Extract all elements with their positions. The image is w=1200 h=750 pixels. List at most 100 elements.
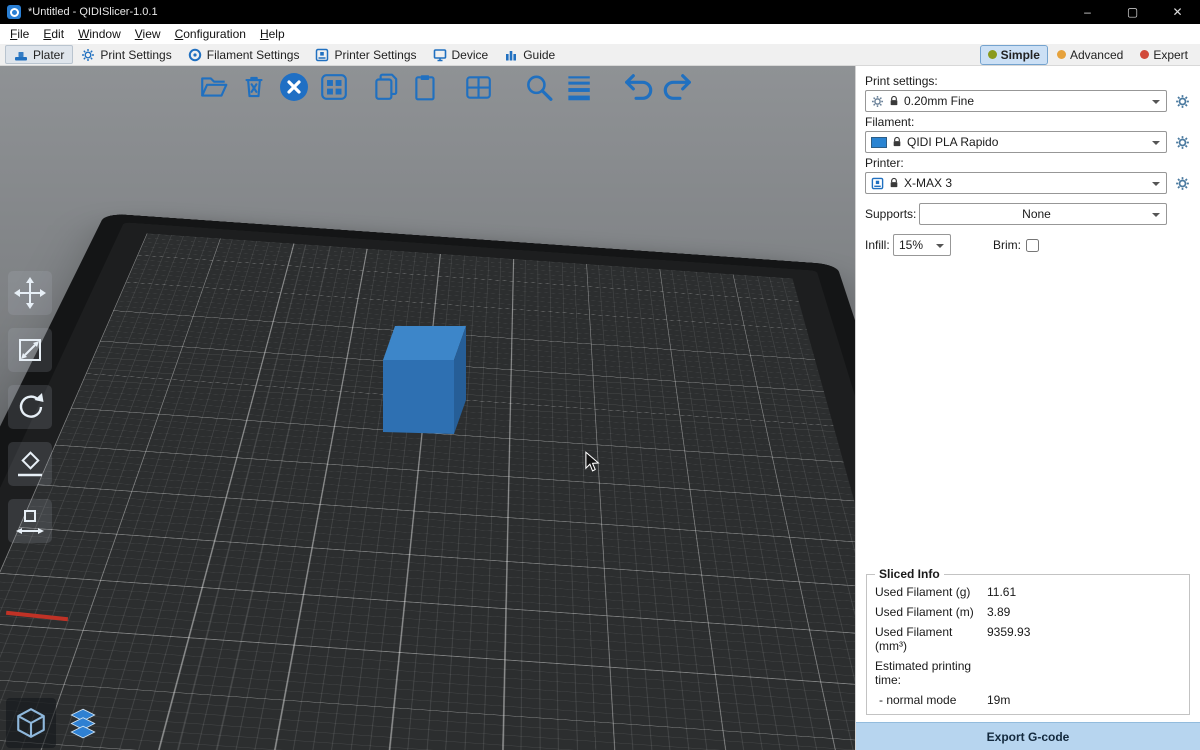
menu-view[interactable]: View	[128, 26, 168, 42]
print-settings-value: 0.20mm Fine	[904, 94, 974, 108]
move-button[interactable]	[8, 271, 52, 315]
simple-mode-dot-icon	[988, 50, 997, 59]
arrange-icon	[319, 72, 349, 102]
search-icon	[523, 72, 553, 102]
tab-print-settings[interactable]: Print Settings	[73, 45, 179, 64]
device-icon	[433, 48, 447, 62]
undo-button[interactable]	[622, 71, 654, 103]
print-settings-label: Print settings:	[865, 74, 1191, 88]
place-on-face-button[interactable]	[8, 442, 52, 486]
titlebar: *Untitled - QIDISlicer-1.0.1 – ▢ ✕	[0, 0, 1200, 24]
print-settings-gear-button[interactable]	[1173, 90, 1191, 112]
tabbar: Plater Print Settings Filament Settings …	[0, 44, 1200, 66]
mode-simple[interactable]: Simple	[981, 46, 1047, 64]
split-icon	[463, 72, 493, 102]
chevron-down-icon	[1152, 141, 1160, 149]
gear-icon	[1175, 94, 1190, 109]
split-button[interactable]	[462, 71, 494, 103]
filament-gear-button[interactable]	[1173, 131, 1191, 153]
rotate-icon	[14, 391, 46, 423]
infill-combo[interactable]: 15%	[893, 234, 951, 256]
tab-printer-settings[interactable]: Printer Settings	[307, 45, 424, 64]
open-button[interactable]	[198, 71, 230, 103]
delete-button[interactable]	[238, 71, 270, 103]
viewport-3d[interactable]	[0, 66, 855, 750]
chevron-down-icon	[936, 244, 944, 252]
view-toolbar	[6, 698, 108, 748]
maximize-button[interactable]: ▢	[1110, 0, 1155, 24]
mouse-cursor	[585, 451, 601, 473]
menu-window[interactable]: Window	[71, 26, 128, 42]
export-gcode-button[interactable]: Export G-code	[856, 722, 1200, 750]
open-icon	[199, 72, 229, 102]
search-button[interactable]	[522, 71, 554, 103]
menu-edit[interactable]: Edit	[36, 26, 71, 42]
supports-value: None	[1022, 207, 1051, 221]
infill-value: 15%	[899, 238, 923, 252]
move-icon	[14, 277, 46, 309]
sidebar: Print settings: 0.20mm Fine Filament:	[855, 66, 1200, 750]
window-title: *Untitled - QIDISlicer-1.0.1	[28, 6, 158, 18]
gear-icon	[1175, 135, 1190, 150]
print-settings-icon	[81, 48, 95, 62]
used-filament-m-value: 3.89	[987, 605, 1181, 619]
mode-simple-label: Simple	[1001, 48, 1040, 62]
arrange-button[interactable]	[318, 71, 350, 103]
gear-icon	[1175, 176, 1190, 191]
plater-icon	[14, 48, 28, 62]
lock-icon	[889, 177, 899, 189]
tab-filament-settings[interactable]: Filament Settings	[180, 45, 308, 64]
menu-help[interactable]: Help	[253, 26, 292, 42]
tab-guide-label: Guide	[523, 48, 555, 62]
printer-combo[interactable]: X-MAX 3	[865, 172, 1167, 194]
close-button[interactable]: ✕	[1155, 0, 1200, 24]
printer-gear-button[interactable]	[1173, 172, 1191, 194]
supports-label: Supports:	[865, 207, 919, 221]
3d-view-button[interactable]	[6, 698, 56, 748]
paste-button[interactable]	[410, 71, 442, 103]
used-filament-m-label: Used Filament (m)	[875, 605, 987, 619]
menu-configuration[interactable]: Configuration	[168, 26, 253, 42]
top-toolbar	[198, 71, 694, 103]
tab-filament-settings-label: Filament Settings	[207, 48, 300, 62]
mode-advanced-label: Advanced	[1070, 48, 1123, 62]
estimated-time-value	[987, 659, 1181, 687]
profile-gear-icon	[871, 95, 884, 108]
tab-device-label: Device	[452, 48, 489, 62]
undo-icon	[622, 72, 654, 102]
sliced-info-title: Sliced Info	[875, 567, 944, 581]
minimize-button[interactable]: –	[1065, 0, 1110, 24]
mode-advanced[interactable]: Advanced	[1050, 46, 1130, 64]
filament-label: Filament:	[865, 115, 1191, 129]
lock-icon	[892, 136, 902, 148]
layers-view-button[interactable]	[58, 698, 108, 748]
mode-expert[interactable]: Expert	[1133, 46, 1195, 64]
redo-button[interactable]	[662, 71, 694, 103]
brim-checkbox[interactable]	[1026, 239, 1039, 252]
delete-all-button[interactable]	[278, 71, 310, 103]
print-settings-combo[interactable]: 0.20mm Fine	[865, 90, 1167, 112]
layers-view-icon	[66, 706, 100, 740]
filament-combo[interactable]: QIDI PLA Rapido	[865, 131, 1167, 153]
tab-printer-settings-label: Printer Settings	[334, 48, 416, 62]
scale-icon	[14, 334, 46, 366]
tab-guide[interactable]: Guide	[496, 45, 563, 64]
used-filament-g-label: Used Filament (g)	[875, 585, 987, 599]
tab-plater[interactable]: Plater	[5, 45, 73, 64]
rotate-button[interactable]	[8, 385, 52, 429]
printer-settings-icon	[315, 48, 329, 62]
tab-device[interactable]: Device	[425, 45, 497, 64]
lock-icon	[889, 95, 899, 107]
infill-label: Infill:	[865, 238, 893, 252]
layer-height-button[interactable]	[562, 71, 594, 103]
chevron-down-icon	[1152, 213, 1160, 221]
model-cube[interactable]	[378, 318, 474, 438]
supports-combo[interactable]: None	[919, 203, 1167, 225]
scale-button[interactable]	[8, 328, 52, 372]
advanced-mode-dot-icon	[1057, 50, 1066, 59]
expert-mode-dot-icon	[1140, 50, 1149, 59]
menu-file[interactable]: File	[3, 26, 36, 42]
copy-button[interactable]	[370, 71, 402, 103]
measure-button[interactable]	[8, 499, 52, 543]
qidislicer-window: *Untitled - QIDISlicer-1.0.1 – ▢ ✕ File …	[0, 0, 1200, 750]
